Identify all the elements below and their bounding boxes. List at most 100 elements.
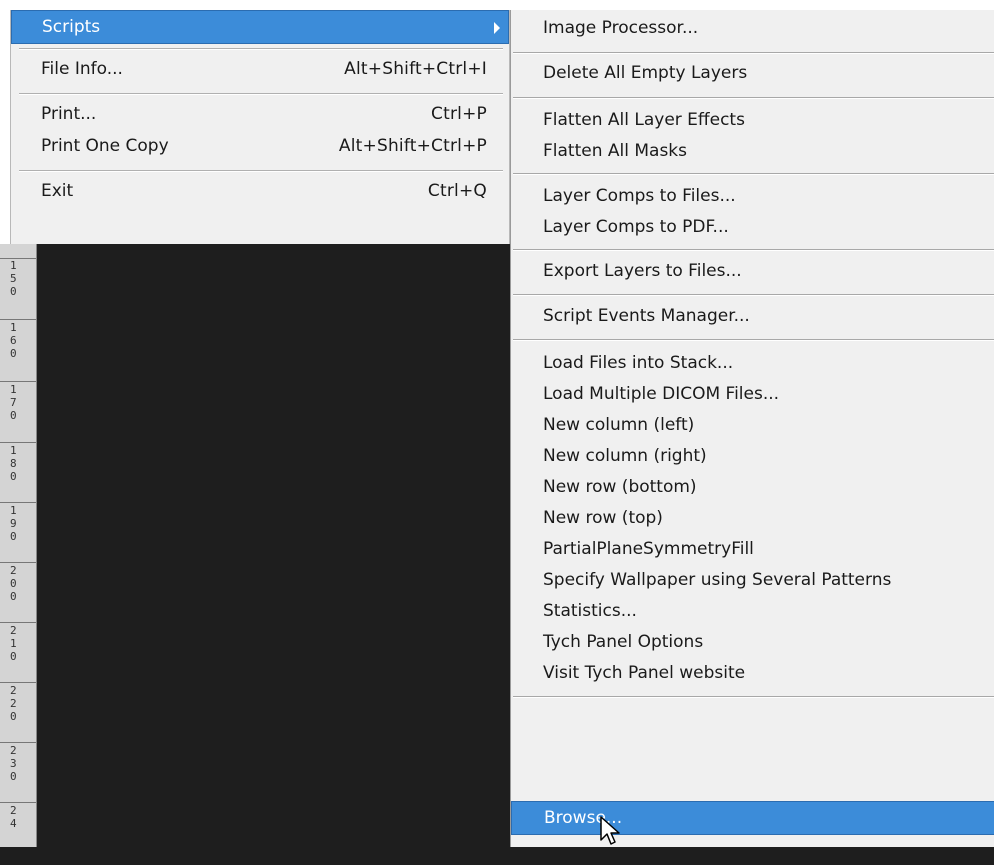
ruler-digit: 0 — [10, 590, 17, 603]
menu-item-label: File Info... — [41, 59, 123, 79]
ruler-digit: 0 — [10, 285, 17, 298]
submenu-item-label: Delete All Empty Layers — [543, 63, 748, 83]
submenu-item-layer-comps-files[interactable]: Layer Comps to Files... — [511, 180, 994, 213]
submenu-item-label: Script Events Manager... — [543, 306, 750, 326]
submenu-item-label: Image Processor... — [543, 18, 699, 38]
submenu-item-label: New column (left) — [543, 415, 695, 435]
submenu-item-statistics[interactable]: Statistics... — [511, 595, 994, 628]
menu-separator — [513, 249, 994, 251]
ruler-line — [0, 802, 36, 803]
ruler-label: 2 2 0 220 — [4, 685, 32, 745]
menu-separator — [19, 48, 503, 50]
ruler-digit: 0 — [10, 650, 17, 663]
ruler-label: 1 6 0 160 — [4, 322, 32, 382]
submenu-item-load-dicom[interactable]: Load Multiple DICOM Files... — [511, 378, 994, 411]
scripts-submenu: Image Processor... Delete All Empty Laye… — [510, 10, 994, 847]
ruler-line — [0, 742, 36, 743]
submenu-item-label: Specify Wallpaper using Several Patterns — [543, 570, 892, 590]
submenu-item-label: Statistics... — [543, 601, 637, 621]
ruler-digit: 1 — [10, 637, 17, 650]
submenu-item-layer-comps-pdf[interactable]: Layer Comps to PDF... — [511, 211, 994, 244]
submenu-item-partial-plane-symmetry[interactable]: PartialPlaneSymmetryFill — [511, 533, 994, 566]
submenu-item-script-events-manager[interactable]: Script Events Manager... — [511, 300, 994, 333]
submenu-item-tych-panel-options[interactable]: Tych Panel Options — [511, 626, 994, 659]
menu-separator — [19, 170, 503, 172]
ruler-label: 2 1 0 210 — [4, 625, 32, 685]
submenu-item-label: Flatten All Masks — [543, 141, 688, 161]
ruler-digit: 1 — [10, 444, 17, 457]
ruler-digit: 7 — [10, 396, 17, 409]
submenu-item-label: Load Files into Stack... — [543, 353, 734, 373]
ruler-digit: 5 — [10, 272, 17, 285]
submenu-item-export-layers[interactable]: Export Layers to Files... — [511, 255, 994, 288]
submenu-arrow-icon — [494, 22, 500, 34]
ruler-digit: 0 — [10, 347, 17, 360]
submenu-item-label: New column (right) — [543, 446, 707, 466]
submenu-item-load-files-stack[interactable]: Load Files into Stack... — [511, 347, 994, 380]
submenu-item-label: Export Layers to Files... — [543, 261, 742, 281]
ruler-line — [0, 381, 36, 382]
submenu-item-label: Layer Comps to Files... — [543, 186, 736, 206]
ruler-line — [0, 562, 36, 563]
ruler-digit: 0 — [10, 710, 17, 723]
submenu-item-specify-wallpaper[interactable]: Specify Wallpaper using Several Patterns — [511, 564, 994, 597]
ruler-line — [0, 442, 36, 443]
submenu-item-label: Layer Comps to PDF... — [543, 217, 729, 237]
submenu-item-label: New row (top) — [543, 508, 663, 528]
ruler-digit: 0 — [10, 530, 17, 543]
ruler-digit: 4 — [10, 817, 17, 830]
submenu-item-visit-tych-panel[interactable]: Visit Tych Panel website — [511, 657, 994, 690]
file-menu: Scripts File Info... Alt+Shift+Ctrl+I Pr… — [10, 10, 510, 244]
submenu-item-new-column-right[interactable]: New column (right) — [511, 440, 994, 473]
submenu-item-label: Visit Tych Panel website — [543, 663, 746, 683]
ruler-digit: 2 — [10, 564, 17, 577]
submenu-item-new-row-bottom[interactable]: New row (bottom) — [511, 471, 994, 504]
menu-separator — [513, 52, 994, 54]
submenu-item-label: Flatten All Layer Effects — [543, 110, 745, 130]
submenu-item-delete-empty-layers[interactable]: Delete All Empty Layers — [511, 57, 994, 90]
ruler-label: 1 8 0 180 — [4, 445, 32, 505]
submenu-item-new-column-left[interactable]: New column (left) — [511, 409, 994, 442]
ruler-digit: 2 — [10, 744, 17, 757]
ruler-line — [0, 319, 36, 320]
menu-item-label: Scripts — [42, 17, 101, 37]
ruler-digit: 0 — [10, 409, 17, 422]
ruler-label: 2 3 0 230 — [4, 745, 32, 805]
submenu-item-image-processor[interactable]: Image Processor... — [511, 12, 994, 45]
ruler-label: 1 9 0 190 — [4, 505, 32, 565]
menu-item-file-info[interactable]: File Info... Alt+Shift+Ctrl+I — [11, 53, 509, 87]
submenu-item-new-row-top[interactable]: New row (top) — [511, 502, 994, 535]
ruler-line — [0, 682, 36, 683]
submenu-item-label: Tych Panel Options — [543, 632, 704, 652]
submenu-item-label: New row (bottom) — [543, 477, 697, 497]
ruler-digit: 1 — [10, 504, 17, 517]
menu-item-label: Exit — [41, 181, 74, 201]
ruler-digit: 1 — [10, 383, 17, 396]
submenu-item-browse[interactable]: Browse... — [511, 801, 994, 835]
submenu-item-flatten-layer-effects[interactable]: Flatten All Layer Effects — [511, 104, 994, 137]
menu-item-shortcut: Alt+Shift+Ctrl+I — [344, 59, 487, 79]
menu-separator — [19, 93, 503, 95]
submenu-item-label: PartialPlaneSymmetryFill — [543, 539, 754, 559]
menu-separator — [513, 339, 994, 341]
ruler-digit: 2 — [10, 624, 17, 637]
menu-item-label: Print One Copy — [41, 136, 169, 156]
submenu-item-label: Load Multiple DICOM Files... — [543, 384, 780, 404]
submenu-item-flatten-masks[interactable]: Flatten All Masks — [511, 135, 994, 168]
menu-item-print[interactable]: Print... Ctrl+P — [11, 98, 509, 132]
ruler-line — [0, 622, 36, 623]
menu-item-exit[interactable]: Exit Ctrl+Q — [11, 175, 509, 209]
menu-item-shortcut: Ctrl+P — [431, 104, 487, 124]
menu-item-scripts[interactable]: Scripts — [11, 10, 509, 44]
ruler-label: 2 0 0 200 — [4, 565, 32, 625]
ruler-label: 1 7 0 170 — [4, 384, 32, 444]
menu-item-print-one-copy[interactable]: Print One Copy Alt+Shift+Ctrl+P — [11, 130, 509, 164]
vertical-ruler: 1 5 0 150 1 6 0 160 1 7 0 170 1 8 0 180 … — [0, 244, 37, 847]
ruler-digit: 0 — [10, 577, 17, 590]
ruler-line — [0, 502, 36, 503]
mouse-cursor-icon — [600, 816, 620, 845]
ruler-digit: 1 — [10, 321, 17, 334]
ruler-digit: 8 — [10, 457, 17, 470]
menu-separator — [513, 294, 994, 296]
menu-item-label: Print... — [41, 104, 97, 124]
